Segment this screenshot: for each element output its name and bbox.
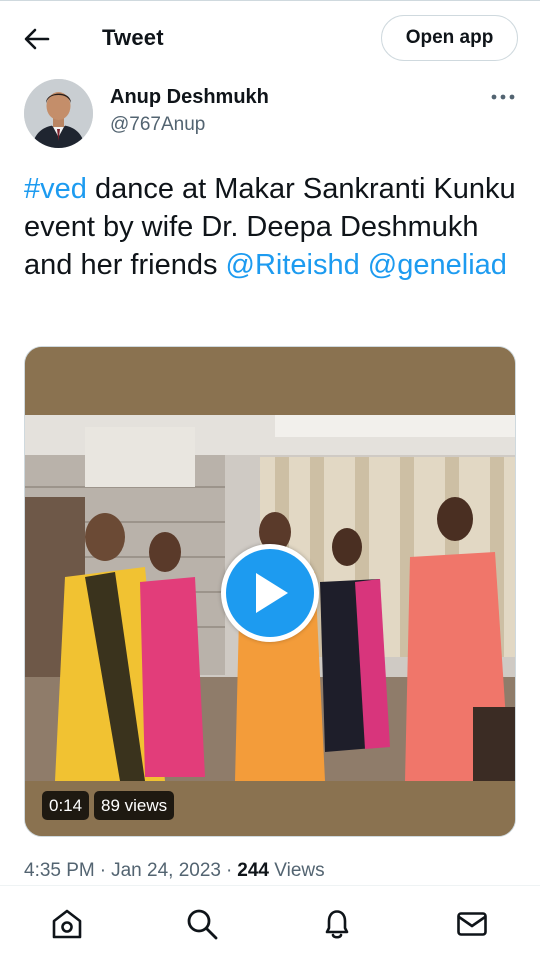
bottom-navigation: [0, 885, 540, 960]
views-count: 244: [237, 860, 269, 881]
views-label: Views: [274, 860, 325, 881]
nav-search[interactable]: [182, 904, 222, 944]
more-options-button[interactable]: [486, 86, 520, 108]
notifications-icon: [325, 910, 349, 939]
video-player[interactable]: 0:14 89 views: [24, 346, 516, 837]
home-icon: [52, 909, 82, 939]
tweet-meta: 4:35 PM · Jan 24, 2023 · 244 Views: [24, 860, 325, 882]
tweet-time: 4:35 PM: [24, 860, 95, 881]
play-button[interactable]: [221, 544, 319, 642]
hashtag-link[interactable]: #ved: [24, 173, 87, 205]
page-title: Tweet: [102, 25, 164, 50]
search-icon: [187, 909, 218, 940]
top-bar: Tweet Open app: [0, 0, 540, 74]
tweet-date[interactable]: Jan 24, 2023: [111, 860, 221, 881]
author-name[interactable]: Anup Deshmukh: [110, 86, 269, 109]
back-button[interactable]: [18, 22, 56, 56]
author-handle[interactable]: @767Anup: [110, 114, 205, 136]
play-icon: [256, 573, 288, 613]
duration-badge: 0:14: [42, 791, 90, 820]
arrow-left-icon: [24, 28, 50, 50]
nav-home[interactable]: [47, 904, 87, 944]
tweet-page: Tweet Open app Anup Deshmukh @767Anup #v…: [0, 0, 540, 960]
nav-messages[interactable]: [452, 904, 492, 944]
open-app-button[interactable]: Open app: [381, 15, 518, 61]
more-horizontal-icon: [491, 94, 515, 100]
messages-icon: [457, 912, 487, 936]
meta-separator: ·: [99, 860, 107, 881]
avatar[interactable]: [24, 79, 93, 148]
mention-link-geneliad[interactable]: @geneliad: [368, 249, 507, 281]
tweet-text: #ved dance at Makar Sankranti Kunku even…: [24, 170, 516, 284]
views-badge: 89 views: [94, 791, 175, 820]
meta-separator: ·: [225, 860, 233, 881]
nav-notifications[interactable]: [317, 904, 357, 944]
mention-link-riteishd[interactable]: @Riteishd: [226, 249, 360, 281]
